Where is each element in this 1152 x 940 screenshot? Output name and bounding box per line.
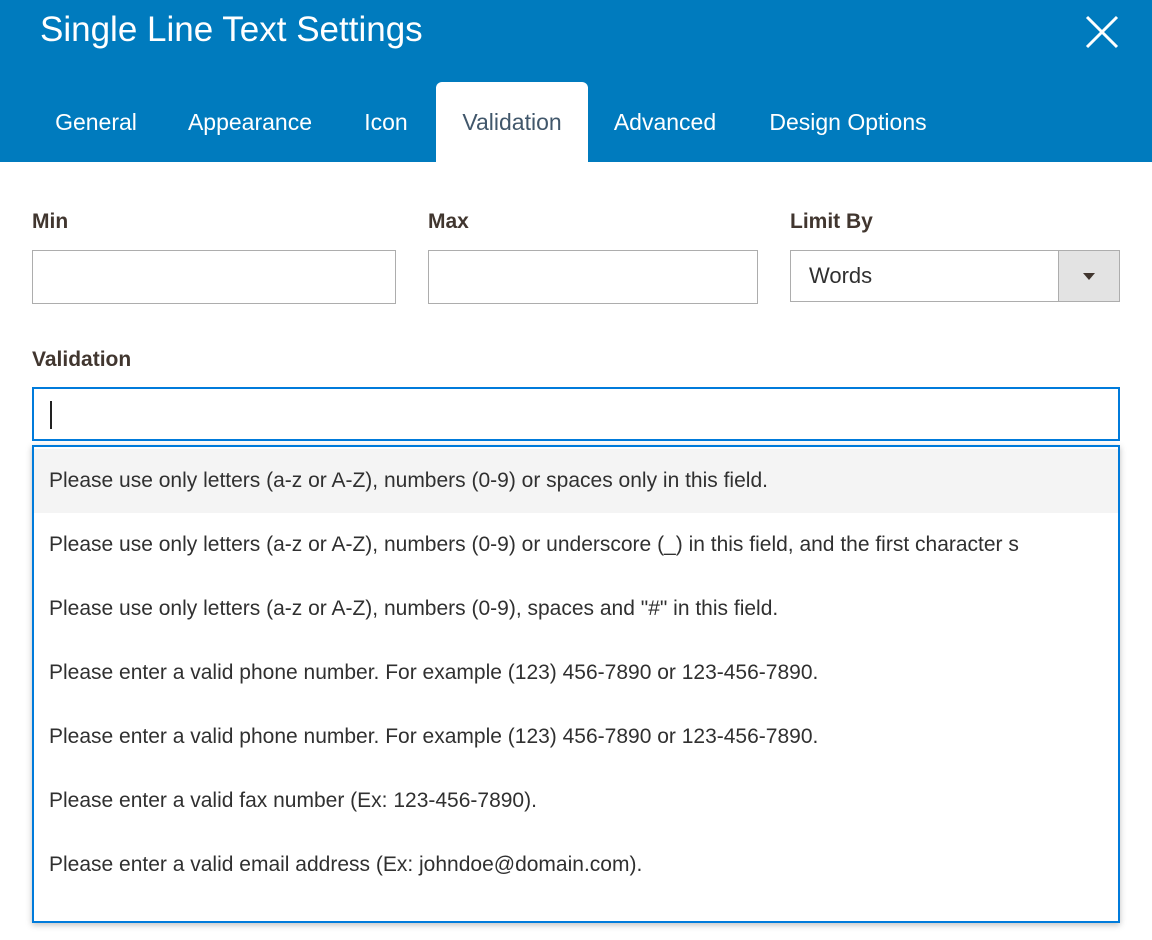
validation-option[interactable]: Please enter a valid email address (Ex: …: [34, 833, 1118, 897]
dialog-title: Single Line Text Settings: [40, 10, 423, 49]
validation-option[interactable]: Please enter a valid phone number. For e…: [34, 705, 1118, 769]
close-icon: [1085, 15, 1119, 49]
close-button[interactable]: [1084, 14, 1120, 50]
validation-option[interactable]: Please use only letters (a-z or A-Z), nu…: [34, 513, 1118, 577]
tab-advanced[interactable]: Advanced: [600, 82, 730, 162]
max-label: Max: [428, 210, 469, 233]
tab-design-options[interactable]: Design Options: [754, 82, 942, 162]
min-label: Min: [32, 210, 69, 233]
validation-options-list[interactable]: Please use only letters (a-z or A-Z), nu…: [32, 445, 1120, 923]
validation-input[interactable]: [32, 387, 1120, 441]
tab-validation[interactable]: Validation: [436, 82, 588, 162]
limit-by-select[interactable]: Words: [790, 250, 1120, 302]
dialog-header: Single Line Text Settings General Appear…: [0, 0, 1152, 162]
max-input[interactable]: [428, 250, 758, 304]
tab-icon[interactable]: Icon: [350, 82, 422, 162]
validation-option[interactable]: Please enter a valid fax number (Ex: 123…: [34, 769, 1118, 833]
limit-by-value: Words: [809, 263, 873, 288]
validation-option[interactable]: Please use only letters (a-z or A-Z), nu…: [34, 577, 1118, 641]
limit-by-label: Limit By: [790, 210, 873, 233]
tab-general[interactable]: General: [40, 82, 152, 162]
min-input[interactable]: [32, 250, 396, 304]
validation-option[interactable]: Please enter a valid phone number. For e…: [34, 641, 1118, 705]
chevron-down-icon: [1083, 273, 1095, 280]
limit-by-dropdown-toggle[interactable]: [1058, 251, 1119, 301]
validation-label: Validation: [32, 348, 132, 371]
text-caret: [50, 401, 52, 429]
tab-appearance[interactable]: Appearance: [174, 82, 326, 162]
validation-option[interactable]: Please use only letters (a-z or A-Z), nu…: [34, 449, 1118, 513]
